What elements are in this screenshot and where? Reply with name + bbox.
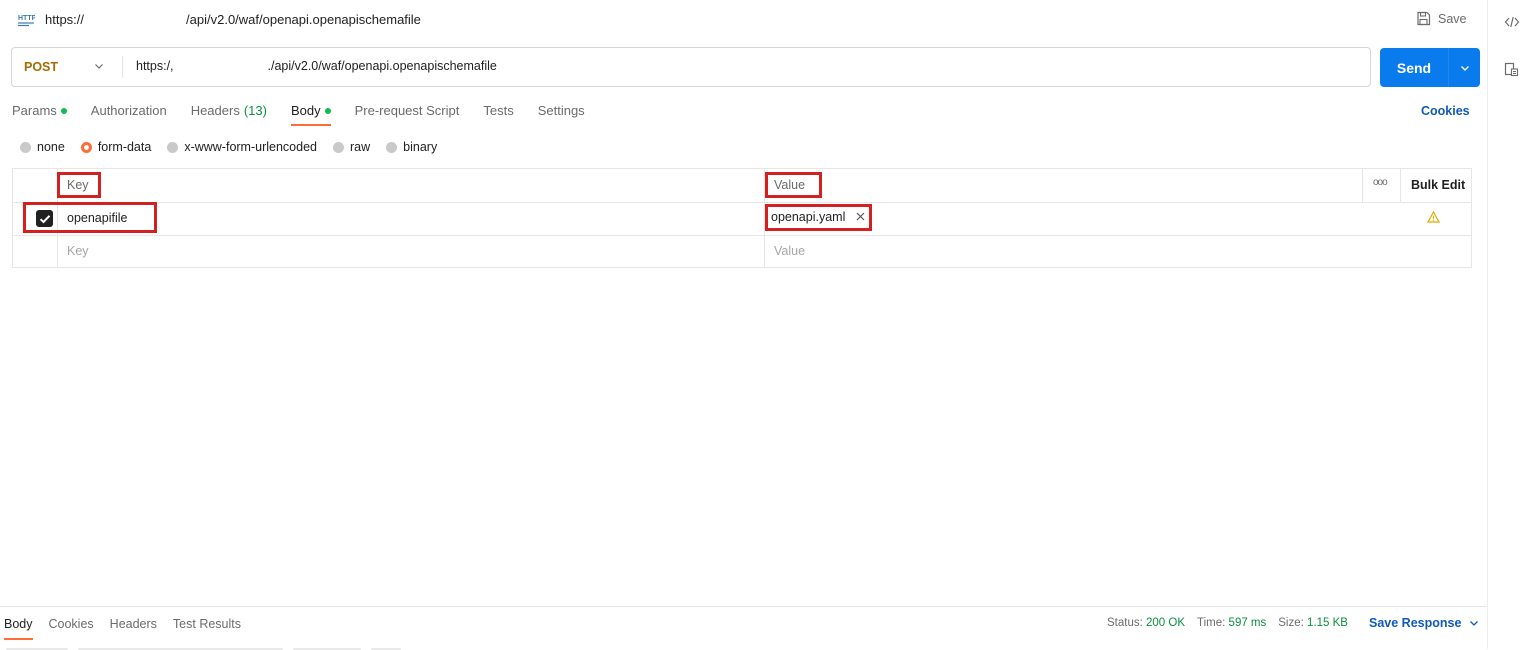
request-tabs: Params Authorization Headers (13) Body Pr… — [12, 103, 609, 126]
chevron-down-icon — [95, 64, 103, 69]
tab-settings[interactable]: Settings — [538, 103, 585, 118]
tab-tests[interactable]: Tests — [483, 103, 513, 118]
warning-icon — [1427, 211, 1440, 223]
highlight-box-row-value — [765, 204, 872, 231]
time-label: Time: — [1197, 617, 1226, 629]
radio-binary[interactable]: binary — [386, 140, 437, 154]
chevron-down-icon — [1460, 65, 1469, 71]
radio-label: x-www-form-urlencoded — [184, 140, 317, 154]
url-divider — [122, 56, 123, 78]
size-value: 1.15 KB — [1307, 617, 1348, 629]
response-bar: Body Cookies Headers Test Results Status… — [0, 606, 1487, 650]
tab-label: Body — [290, 103, 321, 118]
bulk-edit-button[interactable]: Bulk Edit — [1411, 178, 1465, 192]
url-scheme: https:/, — [136, 59, 174, 73]
tab-params[interactable]: Params — [12, 103, 67, 118]
cookies-link[interactable]: Cookies — [1421, 104, 1470, 118]
radio-x-www-form-urlencoded[interactable]: x-www-form-urlencoded — [167, 140, 317, 154]
status-label: Status: — [1107, 617, 1143, 629]
url-input[interactable]: https:/, ./api/v2.0/waf/openapi.openapisc… — [136, 59, 497, 73]
time-value: 597 ms — [1228, 617, 1267, 629]
url-bar: POST https:/, ./api/v2.0/waf/openapi.open… — [11, 47, 1371, 87]
radio-raw[interactable]: raw — [333, 140, 370, 154]
more-options-button[interactable]: ooo — [1373, 177, 1388, 188]
tab-label: Authorization — [90, 103, 167, 118]
new-key-input[interactable]: Key — [67, 244, 89, 258]
code-icon[interactable] — [1504, 15, 1520, 29]
response-meta: Status: 200 OK Time: 597 ms Size: 1.15 K… — [1107, 617, 1360, 629]
url-path: ./api/v2.0/waf/openapi.openapischemafile — [267, 59, 497, 73]
radio-form-data[interactable]: form-data — [80, 140, 152, 154]
highlight-box-key-header — [57, 172, 101, 198]
send-options-button[interactable] — [1449, 64, 1480, 72]
highlight-box-value-header — [765, 172, 822, 198]
tab-label: Settings — [537, 103, 585, 118]
save-icon — [1417, 11, 1431, 26]
response-tabs: Body Cookies Headers Test Results — [4, 617, 257, 640]
radio-circle — [333, 141, 344, 153]
table-row: openapifile openapi.yaml — [13, 202, 1471, 236]
request-title-path: /api/v2.0/waf/openapi.openapischemafile — [186, 12, 421, 27]
method-selector[interactable]: POST — [12, 48, 122, 86]
chevron-down-icon — [1470, 621, 1479, 626]
time-info[interactable]: Time: 597 ms — [1197, 617, 1266, 629]
size-info[interactable]: Size: 1.15 KB — [1278, 617, 1348, 629]
table-header-row: Key Value ooo Bulk Edit — [13, 169, 1471, 203]
radio-label: binary — [403, 140, 438, 154]
radio-label: raw — [350, 140, 371, 154]
request-title[interactable]: https:// /api/v2.0/waf/openapi.openapisch… — [45, 12, 421, 27]
tab-body[interactable]: Body — [290, 103, 331, 126]
status-dot — [324, 107, 331, 114]
response-tab-headers[interactable]: Headers — [110, 617, 157, 631]
radio-circle-selected — [80, 141, 92, 153]
table-row-empty: Key Value — [13, 235, 1471, 268]
radio-label: form-data — [97, 140, 152, 154]
request-title-scheme: https:// — [45, 12, 85, 27]
tab-count: (13) — [243, 103, 267, 118]
response-tab-body[interactable]: Body — [4, 617, 33, 640]
send-button[interactable]: Send — [1380, 48, 1480, 87]
highlight-box-row-key — [23, 202, 157, 233]
send-split — [1448, 48, 1449, 87]
radio-none[interactable]: none — [20, 140, 65, 154]
svg-text:HTTP: HTTP — [18, 15, 35, 22]
right-sidebar — [1487, 0, 1529, 649]
radio-circle — [167, 141, 179, 153]
radio-circle — [386, 141, 398, 153]
form-data-table: Key Value ooo Bulk Edit openapifile open… — [12, 168, 1472, 268]
radio-label: none — [37, 140, 65, 154]
save-button[interactable]: Save — [1416, 11, 1467, 26]
tab-label: Pre-request Script — [354, 103, 460, 118]
response-tab-cookies[interactable]: Cookies — [49, 617, 94, 631]
tab-headers[interactable]: Headers (13) — [191, 103, 267, 118]
response-tab-test-results[interactable]: Test Results — [173, 617, 241, 631]
tab-label: Params — [12, 103, 57, 118]
size-label: Size: — [1278, 617, 1304, 629]
body-type-selector: none form-data x-www-form-urlencoded raw… — [20, 140, 453, 154]
docs-icon[interactable] — [1504, 62, 1519, 77]
save-response-label: Save Response — [1369, 616, 1462, 630]
tab-label: Tests — [483, 103, 514, 118]
status-value: 200 OK — [1146, 617, 1186, 629]
method-label: POST — [24, 60, 59, 74]
status-info[interactable]: Status: 200 OK — [1107, 617, 1185, 629]
status-dot — [60, 107, 67, 114]
save-response-button[interactable]: Save Response — [1369, 616, 1479, 630]
tab-label: Headers — [190, 103, 240, 118]
tab-authorization[interactable]: Authorization — [91, 103, 167, 118]
send-label: Send — [1396, 59, 1432, 76]
http-icon: HTTP — [18, 15, 35, 27]
save-label: Save — [1438, 11, 1467, 26]
radio-circle — [20, 141, 31, 153]
new-value-input[interactable]: Value — [774, 244, 805, 258]
tab-pre-request-script[interactable]: Pre-request Script — [355, 103, 460, 118]
